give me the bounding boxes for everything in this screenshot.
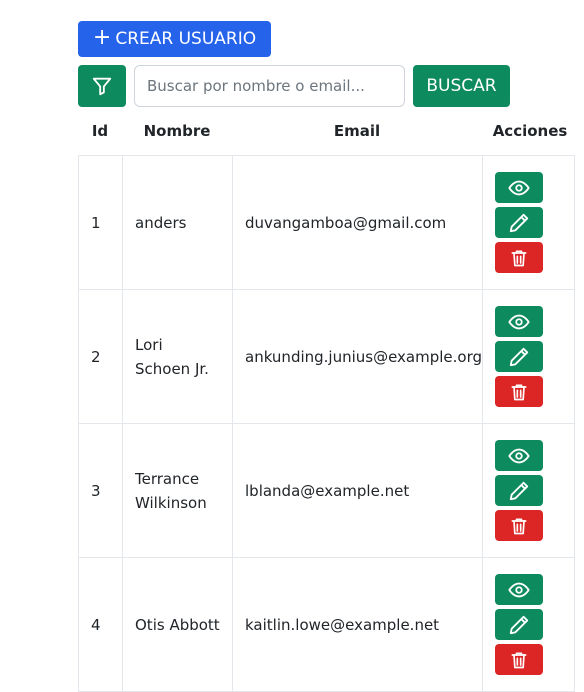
cell-actions	[482, 289, 575, 424]
table-row: 4 Otis Abbott kaitlin.lowe@example.net	[78, 557, 575, 692]
create-user-label: CREAR USUARIO	[115, 29, 257, 49]
table-row: 2 Lori Schoen Jr. ankunding.junius@example…	[78, 289, 575, 424]
filter-icon	[92, 77, 112, 96]
pencil-icon	[508, 614, 530, 636]
delete-button[interactable]	[495, 242, 543, 273]
cell-name: Lori Schoen Jr.	[122, 289, 233, 424]
users-table: 1 anders duvangamboa@gmail.com 2 Lori Schoen…	[78, 155, 575, 692]
cell-name: Otis Abbott	[122, 557, 233, 692]
delete-button[interactable]	[495, 510, 543, 541]
cell-id: 3	[78, 423, 123, 558]
cell-id: 2	[78, 289, 123, 424]
pencil-icon	[508, 212, 530, 234]
column-header-id: Id	[91, 122, 109, 140]
column-header-actions: Acciones	[492, 122, 568, 140]
cell-name: anders	[122, 155, 233, 290]
cell-email: kaitlin.lowe@example.net	[232, 557, 483, 692]
view-button[interactable]	[495, 172, 543, 203]
search-button[interactable]: BUSCAR	[413, 65, 510, 107]
view-button[interactable]	[495, 574, 543, 605]
column-header-email: Email	[333, 122, 381, 140]
table-body: 1 anders duvangamboa@gmail.com 2 Lori Schoen…	[78, 155, 575, 692]
cell-email: duvangamboa@gmail.com	[232, 155, 483, 290]
pencil-icon	[508, 346, 530, 368]
edit-button[interactable]	[495, 207, 543, 238]
search-label: BUSCAR	[426, 76, 497, 96]
search-input[interactable]	[134, 65, 405, 107]
cell-actions	[482, 423, 575, 558]
edit-button[interactable]	[495, 609, 543, 640]
plus-icon: +	[92, 24, 112, 50]
cell-name: Terrance Wilkinson	[122, 423, 233, 558]
cell-actions	[482, 155, 575, 290]
table-row: 1 anders duvangamboa@gmail.com	[78, 155, 575, 290]
view-button[interactable]	[495, 306, 543, 337]
cell-id: 1	[78, 155, 123, 290]
eye-icon	[508, 311, 530, 333]
trash-icon	[509, 248, 529, 268]
eye-icon	[508, 445, 530, 467]
trash-icon	[509, 650, 529, 670]
delete-button[interactable]	[495, 644, 543, 675]
cell-id: 4	[78, 557, 123, 692]
column-header-name: Nombre	[143, 122, 211, 140]
eye-icon	[508, 177, 530, 199]
create-user-button[interactable]: + CREAR USUARIO	[78, 21, 271, 57]
trash-icon	[509, 516, 529, 536]
cell-email: lblanda@example.net	[232, 423, 483, 558]
cell-actions	[482, 557, 575, 692]
eye-icon	[508, 579, 530, 601]
trash-icon	[509, 382, 529, 402]
edit-button[interactable]	[495, 475, 543, 506]
table-row: 3 Terrance Wilkinson lblanda@example.net	[78, 423, 575, 558]
delete-button[interactable]	[495, 376, 543, 407]
table-header: Id Nombre Email Acciones	[78, 118, 578, 144]
filter-button[interactable]	[78, 65, 126, 107]
view-button[interactable]	[495, 440, 543, 471]
pencil-icon	[508, 480, 530, 502]
cell-email: ankunding.junius@example.org	[232, 289, 483, 424]
edit-button[interactable]	[495, 341, 543, 372]
